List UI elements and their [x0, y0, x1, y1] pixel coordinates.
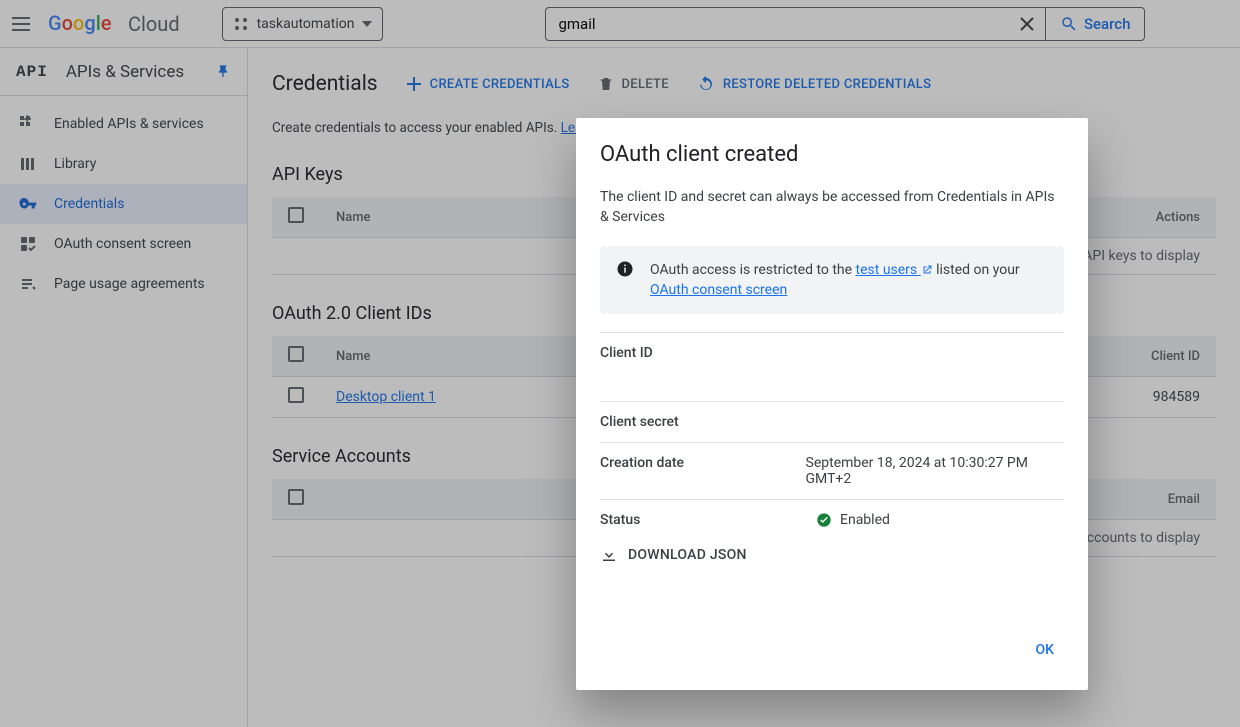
dialog-notice: OAuth access is restricted to the test u… — [600, 246, 1064, 315]
consent-screen-link[interactable]: OAuth consent screen — [650, 282, 787, 298]
external-link-icon — [921, 264, 933, 276]
download-icon — [600, 546, 618, 564]
client-secret-label: Client secret — [600, 414, 816, 430]
client-secret-row: Client secret — [600, 401, 1064, 442]
creation-date-label: Creation date — [600, 455, 806, 487]
creation-date-value: September 18, 2024 at 10:30:27 PM GMT+2 — [806, 455, 1064, 487]
creation-date-row: Creation date September 18, 2024 at 10:3… — [600, 442, 1064, 499]
notice-text: listed on your — [933, 262, 1020, 278]
download-json-button[interactable]: DOWNLOAD JSON — [600, 546, 1064, 564]
status-row: Status Enabled — [600, 499, 1064, 540]
status-value: Enabled — [840, 512, 890, 528]
client-id-row: Client ID — [600, 332, 1064, 373]
check-circle-icon — [816, 512, 832, 528]
info-icon — [616, 260, 634, 301]
dialog-title: OAuth client created — [600, 142, 1064, 167]
dialog-subtitle: The client ID and secret can always be a… — [600, 187, 1064, 228]
status-label: Status — [600, 512, 816, 528]
client-id-label: Client ID — [600, 345, 816, 361]
test-users-link[interactable]: test users — [856, 262, 933, 278]
ok-button[interactable]: OK — [1026, 634, 1065, 666]
notice-text: OAuth access is restricted to the — [650, 262, 856, 278]
oauth-created-dialog: OAuth client created The client ID and s… — [576, 118, 1088, 690]
download-json-label: DOWNLOAD JSON — [628, 547, 747, 563]
